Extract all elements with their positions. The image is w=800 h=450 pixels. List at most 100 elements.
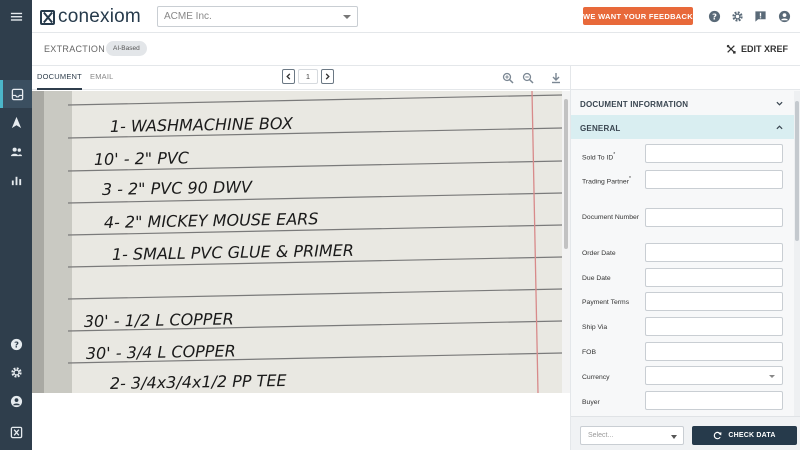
buyer-input[interactable] — [645, 391, 783, 410]
chevron-down-icon — [776, 101, 783, 106]
company-select-value: ACME Inc. — [164, 11, 212, 22]
feedback-button[interactable]: WE WANT YOUR FEEDBACK — [583, 7, 693, 25]
page-number[interactable]: 1 — [298, 69, 318, 84]
handwritten-line: 4- 2" MICKEY MOUSE EARS — [104, 209, 319, 232]
section-general[interactable]: GENERAL — [571, 115, 795, 139]
field-order-date: Order Date — [571, 243, 795, 267]
next-page-button[interactable] — [321, 69, 334, 84]
extraction-panel: DOCUMENT INFORMATION GENERAL Sold To ID*… — [570, 66, 800, 450]
brand-logo[interactable]: conexiom — [40, 6, 141, 28]
sub-header: EXTRACTION AI-Based EDIT XREF — [32, 33, 800, 66]
due-date-input[interactable] — [645, 268, 783, 287]
gear-icon[interactable] — [0, 358, 32, 386]
field-due-date: Due Date — [571, 268, 795, 292]
field-label: Sold To ID — [582, 154, 614, 162]
refresh-icon — [714, 431, 722, 440]
field-sold-to-id: Sold To ID* — [571, 144, 795, 168]
handwritten-line: 30' - 3/4 L COPPER — [86, 341, 236, 363]
document-pane: DOCUMENT EMAIL 1 1- WASHMACHINE BOX 10' … — [32, 66, 570, 450]
check-data-button[interactable]: CHECK DATA — [692, 426, 797, 445]
field-document-number: Document Number — [571, 208, 795, 232]
account-icon[interactable] — [777, 9, 791, 23]
help-icon[interactable]: ? — [707, 9, 721, 23]
zoom-in-icon[interactable] — [502, 71, 514, 84]
field-label: Due Date — [582, 275, 611, 282]
scrollbar-thumb[interactable] — [795, 101, 799, 241]
field-label: FOB — [582, 349, 596, 356]
page-title: EXTRACTION — [44, 44, 106, 54]
action-select-placeholder: Select... — [588, 432, 614, 439]
help-icon[interactable]: ? — [0, 330, 32, 358]
chevron-down-icon — [671, 435, 677, 439]
users-icon[interactable] — [0, 137, 32, 165]
chevron-down-icon — [343, 15, 351, 19]
edit-xref-button[interactable]: EDIT XREF — [726, 44, 788, 54]
top-bar: conexiom ACME Inc. WE WANT YOUR FEEDBACK… — [32, 0, 800, 33]
logo-icon[interactable] — [0, 418, 32, 446]
required-marker: * — [613, 152, 616, 158]
document-image: 1- WASHMACHINE BOX 10' - 2" PVC 3 - 2" P… — [32, 91, 570, 393]
gear-icon[interactable] — [730, 9, 744, 23]
ai-badge: AI-Based — [106, 41, 147, 56]
section-title: DOCUMENT INFORMATION — [580, 100, 689, 109]
field-label: Document Number — [582, 214, 640, 221]
tab-document[interactable]: DOCUMENT — [37, 72, 82, 90]
tab-email[interactable]: EMAIL — [90, 72, 114, 90]
chevron-left-icon — [286, 73, 291, 80]
field-label: Order Date — [582, 250, 616, 257]
svg-text:?: ? — [712, 11, 717, 21]
handwritten-line: 10' - 2" PVC — [94, 148, 190, 169]
section-title: GENERAL — [580, 124, 621, 133]
sold-to-id-input[interactable] — [645, 144, 783, 163]
order-date-input[interactable] — [645, 243, 783, 262]
panel-footer: Select... CHECK DATA — [571, 416, 800, 450]
ship-via-input[interactable] — [645, 317, 783, 336]
trading-partner-input[interactable] — [645, 170, 783, 189]
download-icon[interactable] — [550, 71, 562, 84]
field-label: Payment Terms — [582, 299, 630, 306]
handwritten-line: 3 - 2" PVC 90 DWV — [102, 177, 253, 199]
company-select[interactable]: ACME Inc. — [157, 6, 358, 27]
action-select[interactable]: Select... — [580, 426, 684, 445]
brand-name: conexiom — [58, 6, 141, 27]
document-scrollbar[interactable] — [562, 91, 570, 393]
currency-select[interactable] — [645, 366, 783, 385]
field-ship-via: Ship Via — [571, 317, 795, 341]
fob-input[interactable] — [645, 342, 783, 361]
document-tabs: DOCUMENT EMAIL 1 — [32, 66, 570, 90]
payment-terms-input[interactable] — [645, 292, 783, 311]
svg-text:?: ? — [14, 339, 19, 349]
field-fob: FOB — [571, 342, 795, 366]
edit-xref-label: EDIT XREF — [740, 44, 788, 54]
chart-icon[interactable] — [0, 166, 32, 194]
account-icon[interactable] — [0, 387, 32, 415]
panel-scrollbar[interactable] — [794, 91, 800, 416]
document-number-input[interactable] — [645, 208, 783, 227]
chevron-right-icon — [325, 73, 330, 80]
section-document-information[interactable]: DOCUMENT INFORMATION — [571, 91, 795, 115]
zoom-out-icon[interactable] — [522, 71, 534, 84]
field-trading-partner: Trading Partner* — [571, 170, 795, 194]
prev-page-button[interactable] — [282, 69, 295, 84]
field-currency: Currency — [571, 366, 795, 390]
scrollbar-thumb[interactable] — [564, 99, 568, 249]
panel-top-bar — [571, 66, 800, 90]
chevron-down-icon — [769, 375, 775, 378]
logo-mark-icon — [40, 9, 55, 25]
menu-icon[interactable] — [0, 2, 32, 30]
navigate-icon[interactable] — [0, 108, 32, 136]
pager: 1 — [282, 69, 334, 84]
handwritten-line: 30' - 1/2 L COPPER — [84, 309, 234, 331]
chevron-up-icon — [776, 125, 783, 130]
field-buyer: Buyer — [571, 391, 795, 415]
chat-icon[interactable] — [753, 9, 767, 23]
field-label: Buyer — [582, 399, 600, 406]
handwritten-line: 1- WASHMACHINE BOX — [110, 114, 294, 136]
tools-icon — [726, 44, 736, 54]
handwritten-line: 2- 3/4x3/4x1/2 PP TEE — [110, 371, 288, 393]
field-label: Trading Partner — [582, 178, 629, 186]
inbox-icon[interactable] — [0, 80, 32, 108]
document-footer-space — [32, 393, 570, 450]
field-label: Ship Via — [582, 324, 608, 331]
left-rail: ? — [0, 0, 32, 450]
